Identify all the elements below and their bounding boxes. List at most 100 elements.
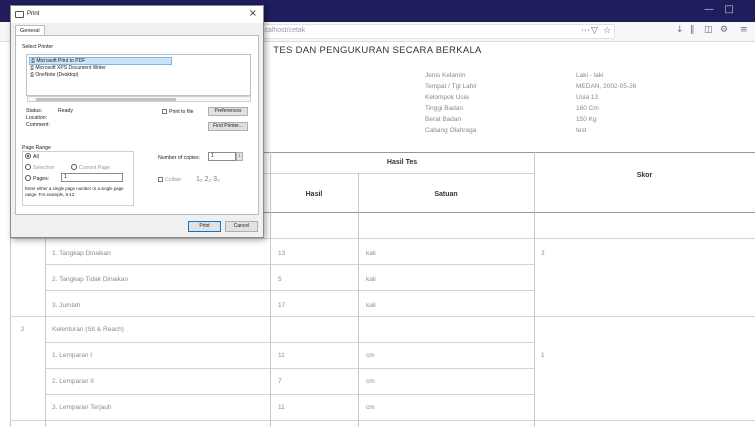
- screen: — □ localhost/cetak ⋯ ▽ ☆ ↓ ‖ ◫ ⚙ ≡ TES …: [0, 0, 755, 427]
- maximize-icon[interactable]: □: [722, 4, 736, 16]
- extension-icon[interactable]: ⚙: [720, 25, 728, 35]
- printer-list-scrollbar[interactable]: [27, 96, 251, 102]
- dialog-titlebar: Print ×: [11, 6, 263, 23]
- range-pages-label: Pages:: [33, 176, 50, 182]
- printer-item-xps[interactable]: ⎙ Microsoft XPS Document Writer: [29, 65, 106, 71]
- header-skor: Skor: [636, 172, 653, 179]
- printer-name: Microsoft Print to PDF: [36, 58, 86, 64]
- test-unit: kali: [366, 276, 376, 283]
- info-label: Tempat / Tgl Lahir: [425, 83, 477, 90]
- general-panel: Select Printer ⎙ Microsoft Print to PDF …: [15, 35, 259, 215]
- printer-icon: [15, 11, 24, 18]
- printer-name: OneNote (Desktop): [35, 72, 79, 78]
- athlete-info-labels: Jenis Kelamin Tempat / Tgl Lahir Kelompo…: [425, 70, 477, 136]
- printer-name: Microsoft XPS Document Writer: [35, 65, 106, 71]
- library-icon[interactable]: ‖: [690, 25, 695, 35]
- table-rule: [10, 420, 755, 421]
- collate-pages-icon: 1₂ 2₂ 3₂: [196, 176, 220, 183]
- test-name: 1. Tangkap Dinaikan: [52, 250, 111, 257]
- copies-input[interactable]: 1: [208, 152, 236, 161]
- cancel-button[interactable]: Cancel: [225, 221, 258, 232]
- print-to-file-checkbox[interactable]: [162, 109, 167, 114]
- test-unit: cm: [366, 378, 375, 385]
- test-name: 2. Tangkap Tidak Dinaikan: [52, 276, 129, 283]
- range-selection-radio[interactable]: [25, 164, 31, 170]
- comment-label: Comment:: [26, 122, 50, 128]
- test-unit: kali: [366, 302, 376, 309]
- test-result: 11: [278, 352, 285, 359]
- test-unit: kali: [366, 250, 376, 257]
- info-value: MEDAN, 2002-05-26: [576, 83, 637, 90]
- minimize-icon[interactable]: —: [702, 4, 716, 16]
- table-border: [534, 152, 535, 427]
- range-hint: Enter either a single page number or a s…: [25, 186, 124, 197]
- print-dialog: Print × General Select Printer ⎙ Microso…: [10, 5, 264, 238]
- print-button[interactable]: Print: [188, 221, 221, 232]
- group-name: Kelenturan (Sit & Reach): [52, 326, 124, 333]
- info-label: Berat Badan: [425, 116, 462, 123]
- copies-label: Number of copies:: [158, 155, 201, 161]
- range-current-label: Current Page: [79, 165, 110, 171]
- info-value: 150 Kg: [576, 116, 597, 123]
- table-rule: [45, 290, 534, 291]
- table-rule: [45, 264, 534, 265]
- test-unit: cm: [366, 352, 375, 359]
- test-score: 1: [541, 352, 545, 359]
- range-pages-radio[interactable]: [25, 175, 31, 181]
- test-name: 3. Jumlah: [52, 302, 81, 309]
- select-printer-label: Select Printer: [22, 44, 54, 50]
- range-all-radio[interactable]: [25, 153, 31, 159]
- table-rule: [10, 316, 755, 317]
- info-label: Cabang Olahraga: [425, 127, 477, 134]
- info-value: Laki - laki: [576, 72, 604, 79]
- group-number: 2: [21, 326, 25, 333]
- printer-item-onenote[interactable]: ⎙ OneNote (Desktop): [29, 72, 78, 78]
- preferences-button[interactable]: Preferences: [208, 107, 248, 116]
- address-bar[interactable]: localhost/cetak ⋯ ▽ ☆: [250, 24, 615, 39]
- location-label: Location:: [26, 115, 48, 121]
- scrollbar-thumb[interactable]: [36, 98, 176, 101]
- header-hasil: Hasil: [305, 191, 323, 198]
- header-hasil-tes: Hasil Tes: [386, 159, 418, 166]
- table-border: [10, 212, 11, 427]
- printer-item-pdf[interactable]: ⎙ Microsoft Print to PDF: [29, 57, 172, 65]
- table-rule: [45, 394, 534, 395]
- test-result: 13: [278, 250, 286, 257]
- table-rule: [45, 342, 534, 343]
- info-label: Kelompok Usia: [425, 94, 469, 101]
- test-name: 1. Lemparan I: [52, 352, 93, 359]
- table-rule: [10, 238, 755, 239]
- collate-checkbox[interactable]: [158, 177, 163, 182]
- info-label: Jenis Kelamin: [425, 72, 466, 79]
- status-label: Status:: [26, 108, 43, 114]
- table-rule: [262, 173, 534, 174]
- range-selection-label: Selection: [33, 165, 55, 171]
- range-all-label: All: [33, 154, 39, 160]
- range-current-radio[interactable]: [71, 164, 77, 170]
- info-value: 160 Cm: [576, 105, 599, 112]
- reader-view-icon[interactable]: ⋯: [581, 26, 590, 36]
- header-satuan: Satuan: [434, 191, 458, 198]
- table-border: [358, 173, 359, 427]
- info-value: Usia 13: [576, 94, 599, 101]
- info-label: Tinggi Badan: [425, 105, 464, 112]
- print-to-file-label: Print to file: [169, 109, 194, 115]
- pages-input[interactable]: 1: [61, 173, 123, 182]
- test-result: 11: [278, 404, 285, 411]
- table-border: [45, 212, 46, 427]
- bookmark-star-icon[interactable]: ☆: [603, 26, 611, 36]
- find-printer-button[interactable]: Find Printer...: [208, 122, 248, 131]
- address-bar-text: localhost/cetak: [259, 27, 306, 34]
- printer-list[interactable]: ⎙ Microsoft Print to PDF ⎙ Microsoft XPS…: [26, 54, 251, 96]
- sidebar-icon[interactable]: ◫: [704, 25, 713, 35]
- info-value: test: [576, 127, 587, 134]
- copies-spinner[interactable]: ↕: [236, 152, 243, 161]
- pocket-icon[interactable]: ▽: [591, 26, 598, 36]
- test-result: 17: [278, 302, 286, 309]
- downloads-icon[interactable]: ↓: [676, 25, 684, 35]
- status-value: Ready: [58, 108, 73, 114]
- table-top-border: [262, 152, 755, 153]
- close-icon[interactable]: ×: [249, 8, 257, 19]
- test-score: 3: [541, 250, 545, 257]
- menu-icon[interactable]: ≡: [740, 25, 748, 35]
